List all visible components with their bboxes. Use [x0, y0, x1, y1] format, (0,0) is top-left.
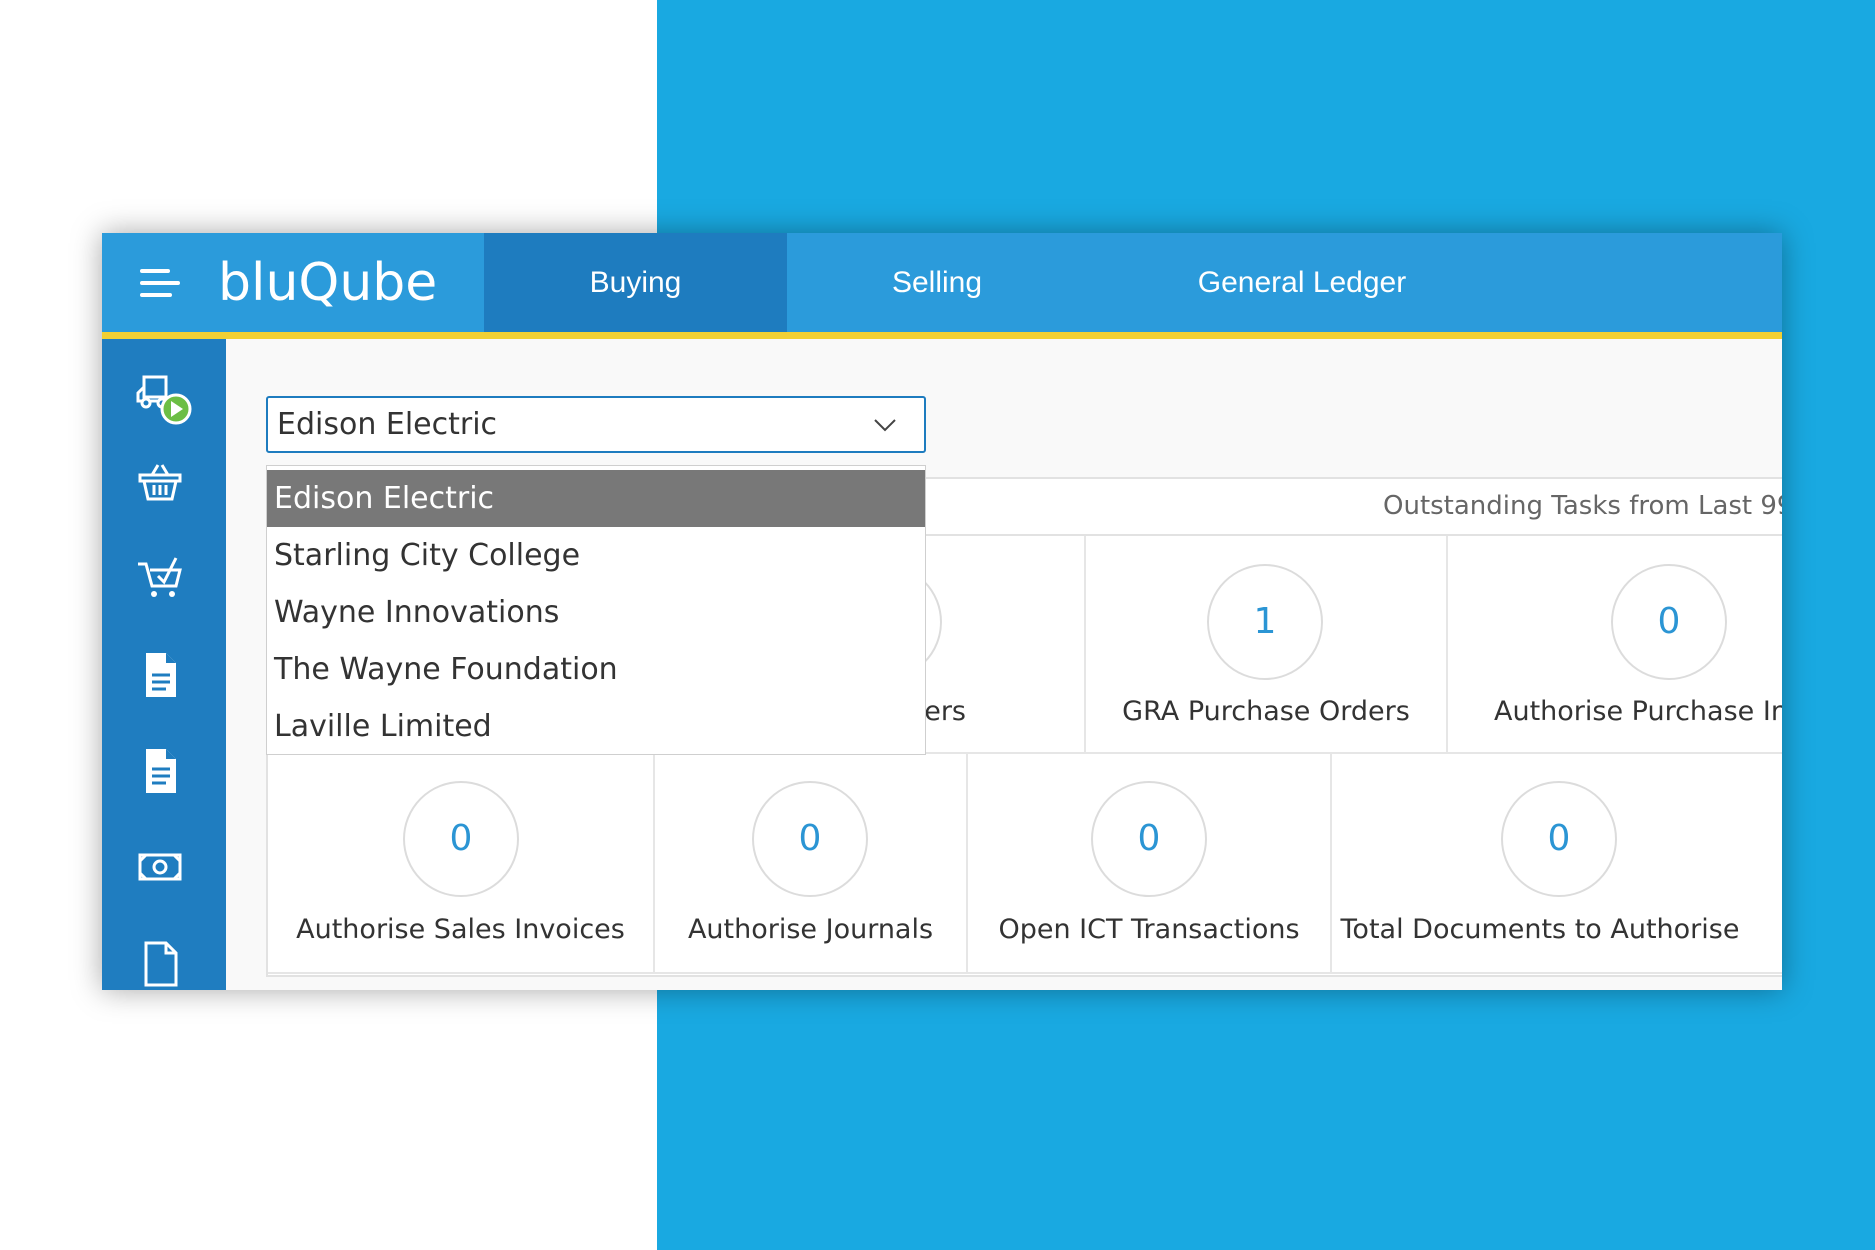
- document-lines-icon[interactable]: [136, 747, 184, 795]
- basket-icon[interactable]: [136, 459, 184, 507]
- count-circle: 0: [1501, 781, 1617, 897]
- cash-icon[interactable]: [136, 843, 184, 891]
- tab-buying[interactable]: Buying: [484, 233, 787, 332]
- main-content: Edison Electric Outstanding Tasks from L…: [226, 339, 1782, 990]
- count-circle: 0: [1611, 564, 1727, 680]
- task-tile-authorise-purchase-invoices[interactable]: 0 Authorise Purchase Invo: [1448, 536, 1782, 754]
- document-icon[interactable]: [136, 651, 184, 699]
- company-dropdown-list: Edison Electric Starling City College Wa…: [266, 465, 926, 755]
- task-tile-total-documents-to-authorise[interactable]: 0 Total Documents to Authorise: [1332, 754, 1782, 974]
- company-select[interactable]: Edison Electric: [266, 396, 926, 453]
- count-circle: 0: [403, 781, 519, 897]
- tab-selling[interactable]: Selling: [787, 233, 1087, 332]
- tab-general-ledger[interactable]: General Ledger: [1162, 233, 1442, 332]
- task-label: Total Documents to Authorise: [1340, 914, 1740, 945]
- task-tile-open-ict-transactions[interactable]: 0 Open ICT Transactions: [968, 754, 1332, 974]
- task-tile-gra-purchase-orders[interactable]: 1 GRA Purchase Orders: [1086, 536, 1448, 754]
- chevron-down-icon[interactable]: [872, 412, 898, 438]
- count-circle: 1: [1207, 564, 1323, 680]
- dropdown-option[interactable]: The Wayne Foundation: [267, 641, 925, 698]
- app-window: bluQube Buying Selling General Ledger Ed…: [102, 233, 1782, 990]
- sidebar: [102, 339, 226, 990]
- blank-document-icon[interactable]: [136, 939, 184, 987]
- task-label: GRA Purchase Orders: [1122, 696, 1410, 727]
- task-label: Authorise Sales Invoices: [296, 914, 625, 945]
- header-accent-stripe: [102, 332, 1782, 339]
- menu-icon[interactable]: [140, 269, 180, 299]
- task-tile-authorise-journals[interactable]: 0 Authorise Journals: [655, 754, 968, 974]
- dropdown-option[interactable]: Starling City College: [267, 527, 925, 584]
- task-tile-authorise-sales-invoices[interactable]: 0 Authorise Sales Invoices: [268, 754, 655, 974]
- dropdown-option[interactable]: Edison Electric: [267, 470, 925, 527]
- dropdown-option[interactable]: Wayne Innovations: [267, 584, 925, 641]
- task-label: Authorise Purchase Invo: [1494, 696, 1782, 727]
- app-logo: bluQube: [218, 253, 438, 313]
- task-label: Authorise Journals: [687, 914, 934, 945]
- panel-title: Outstanding Tasks from Last 999: [1383, 491, 1782, 521]
- task-label: Open ICT Transactions: [998, 914, 1300, 945]
- cart-check-icon[interactable]: [136, 554, 184, 602]
- count-circle: 0: [1091, 781, 1207, 897]
- dropdown-option[interactable]: Laville Limited: [267, 698, 925, 755]
- count-circle: 0: [752, 781, 868, 897]
- company-select-value: Edison Electric: [277, 407, 498, 442]
- top-nav-bar: bluQube Buying Selling General Ledger: [102, 233, 1782, 339]
- truck-play-icon[interactable]: [136, 369, 192, 425]
